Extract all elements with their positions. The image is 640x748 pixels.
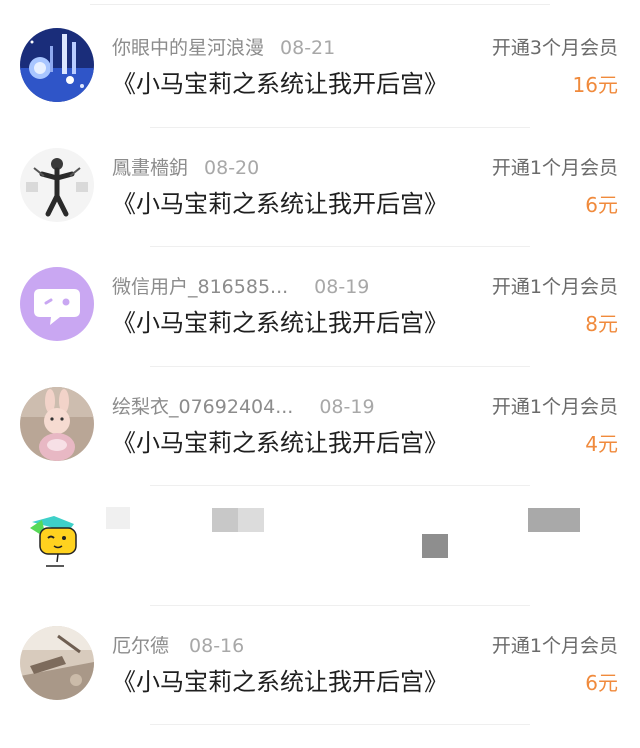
divider	[90, 4, 550, 5]
book-title[interactable]: 《小马宝莉之系统让我开后宫》	[112, 305, 448, 341]
redacted-block	[528, 508, 580, 532]
user-line: 绘梨衣_07692404... 08-19	[112, 393, 375, 421]
avatar[interactable]	[20, 147, 94, 222]
username[interactable]: 绘梨衣_07692404...	[112, 396, 293, 418]
redacted-block	[238, 508, 264, 532]
membership-plan: 开通3个月会员	[491, 37, 618, 59]
purchase-date: 08-16	[189, 634, 245, 657]
membership-plan: 开通1个月会员	[491, 395, 618, 418]
price: 6元	[585, 192, 618, 217]
redacted-block	[212, 508, 238, 532]
avatar[interactable]	[20, 267, 94, 341]
list-item[interactable]: 绘梨衣_07692404... 08-19 《小马宝莉之系统让我开后宫》 开通1个…	[0, 367, 640, 487]
sketch-figure-icon	[20, 147, 94, 222]
price: 6元	[585, 670, 618, 695]
username[interactable]: 厄尔德	[112, 635, 169, 657]
price: 8元	[585, 312, 618, 336]
redacted-block	[106, 507, 130, 529]
chat-bubble-icon	[20, 267, 94, 341]
book-title[interactable]: 《小马宝莉之系统让我开后宫》	[112, 425, 448, 461]
purchase-date: 08-19	[314, 276, 370, 298]
user-line: 微信用户_816585... 08-19	[112, 273, 369, 301]
galaxy-icon	[20, 28, 94, 102]
avatar[interactable]	[20, 386, 94, 461]
list-item[interactable]: 你眼中的星河浪漫 08-21 《小马宝莉之系统让我开后宫》 开通3个月会员 16元	[0, 8, 640, 128]
book-title[interactable]: 《小马宝莉之系统让我开后宫》	[112, 186, 448, 222]
user-line: 厄尔德 08-16	[112, 632, 244, 660]
purchase-date: 08-20	[204, 156, 260, 179]
price: 16元	[572, 73, 618, 97]
list-item[interactable]: 厄尔德 08-16 《小马宝莉之系统让我开后宫》 开通1个月会员 6元	[0, 606, 640, 726]
user-line: 鳳畫檣鈅 08-20	[112, 154, 259, 182]
plush-bunny-icon	[20, 386, 94, 461]
username[interactable]: 你眼中的星河浪漫	[112, 37, 264, 59]
user-line: 你眼中的星河浪漫 08-21	[112, 34, 335, 62]
purchase-list: 你眼中的星河浪漫 08-21 《小马宝莉之系统让我开后宫》 开通3个月会员 16元…	[0, 8, 640, 725]
membership-plan: 开通1个月会员	[491, 276, 618, 298]
purchase-date: 08-21	[280, 37, 336, 59]
purchase-date: 08-19	[319, 395, 375, 418]
avatar[interactable]	[20, 625, 94, 700]
price: 4元	[585, 431, 618, 456]
list-item[interactable]: 鳳畫檣鈅 08-20 《小马宝莉之系统让我开后宫》 开通1个月会员 6元	[0, 128, 640, 248]
list-item[interactable]: 微信用户_816585... 08-19 《小马宝莉之系统让我开后宫》 开通1个月…	[0, 247, 640, 367]
list-item[interactable]	[0, 486, 640, 606]
photo-icon	[20, 625, 94, 700]
avatar[interactable]	[24, 508, 88, 572]
username[interactable]: 微信用户_816585...	[112, 276, 288, 298]
book-title[interactable]: 《小马宝莉之系统让我开后宫》	[112, 664, 448, 700]
membership-plan: 开通1个月会员	[491, 634, 618, 657]
redacted-block	[422, 534, 448, 558]
avatar[interactable]	[20, 28, 94, 102]
book-title[interactable]: 《小马宝莉之系统让我开后宫》	[112, 66, 448, 102]
membership-plan: 开通1个月会员	[491, 156, 618, 179]
username[interactable]: 鳳畫檣鈅	[112, 157, 188, 179]
emoji-face-icon	[24, 508, 88, 572]
